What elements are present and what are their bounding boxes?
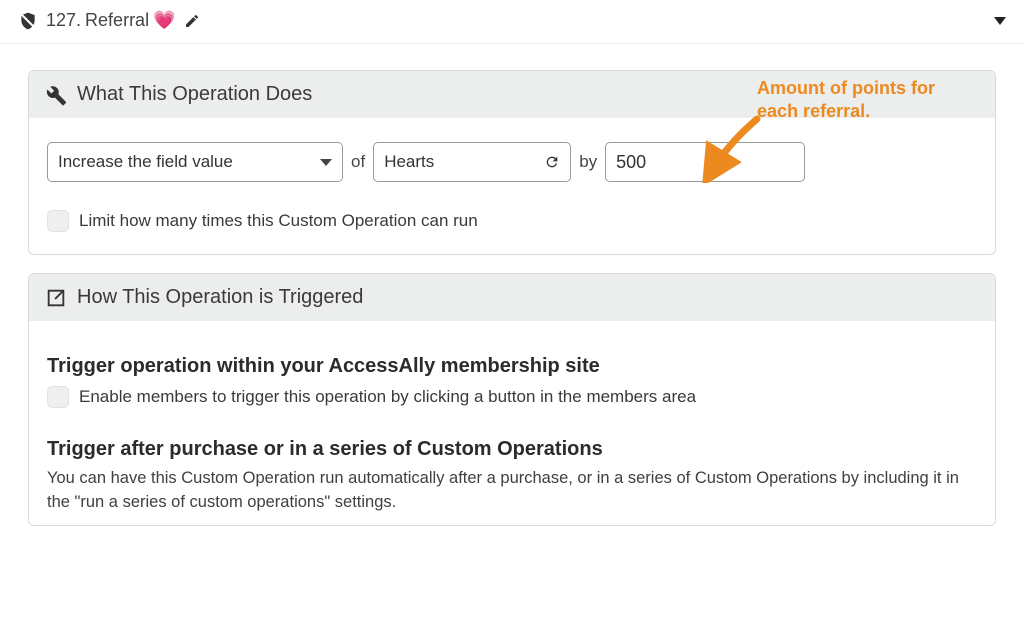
- page-header: 127. Referral 💗: [0, 0, 1024, 44]
- action-select-value: Increase the field value: [58, 152, 233, 172]
- action-select[interactable]: Increase the field value: [47, 142, 343, 182]
- refresh-icon[interactable]: [544, 154, 560, 170]
- panel-header: What This Operation Does Amount of point…: [29, 71, 995, 118]
- collapse-caret-icon[interactable]: [994, 17, 1006, 25]
- operation-number: 127.: [46, 10, 81, 31]
- enable-members-label: Enable members to trigger this operation…: [79, 387, 696, 407]
- panel-title: How This Operation is Triggered: [77, 286, 363, 309]
- trigger-purchase-desc: You can have this Custom Operation run a…: [47, 467, 977, 515]
- panel-what-operation-does: What This Operation Does Amount of point…: [28, 70, 996, 255]
- operation-config-row: Increase the field value of Hearts by: [47, 142, 977, 182]
- shield-slash-icon: [18, 11, 38, 31]
- panel-how-triggered: How This Operation is Triggered Trigger …: [28, 273, 996, 526]
- chevron-down-icon: [320, 159, 332, 166]
- heart-emoji: 💗: [153, 10, 175, 31]
- trigger-membership-heading: Trigger operation within your AccessAlly…: [47, 355, 977, 378]
- field-select-value: Hearts: [384, 152, 434, 172]
- field-select[interactable]: Hearts: [373, 142, 571, 182]
- limit-checkbox[interactable]: [47, 210, 69, 232]
- wrench-icon: [45, 84, 67, 106]
- of-label: of: [349, 152, 367, 172]
- amount-input[interactable]: [605, 142, 805, 182]
- by-label: by: [577, 152, 599, 172]
- edit-title-icon[interactable]: [184, 13, 200, 29]
- panel-title: What This Operation Does: [77, 83, 312, 106]
- panel-body: Trigger operation within your AccessAlly…: [29, 321, 995, 525]
- operation-title: Referral: [85, 10, 149, 31]
- enable-members-checkbox[interactable]: [47, 386, 69, 408]
- panel-header: How This Operation is Triggered: [29, 274, 995, 321]
- trigger-purchase-heading: Trigger after purchase or in a series of…: [47, 438, 977, 461]
- limit-checkbox-row: Limit how many times this Custom Operati…: [47, 210, 977, 232]
- limit-checkbox-label: Limit how many times this Custom Operati…: [79, 211, 478, 231]
- annotation-text: Amount of points for each referral.: [757, 77, 935, 122]
- share-icon: [45, 287, 67, 309]
- panel-body: Increase the field value of Hearts by Li…: [29, 118, 995, 254]
- enable-members-row: Enable members to trigger this operation…: [47, 386, 977, 408]
